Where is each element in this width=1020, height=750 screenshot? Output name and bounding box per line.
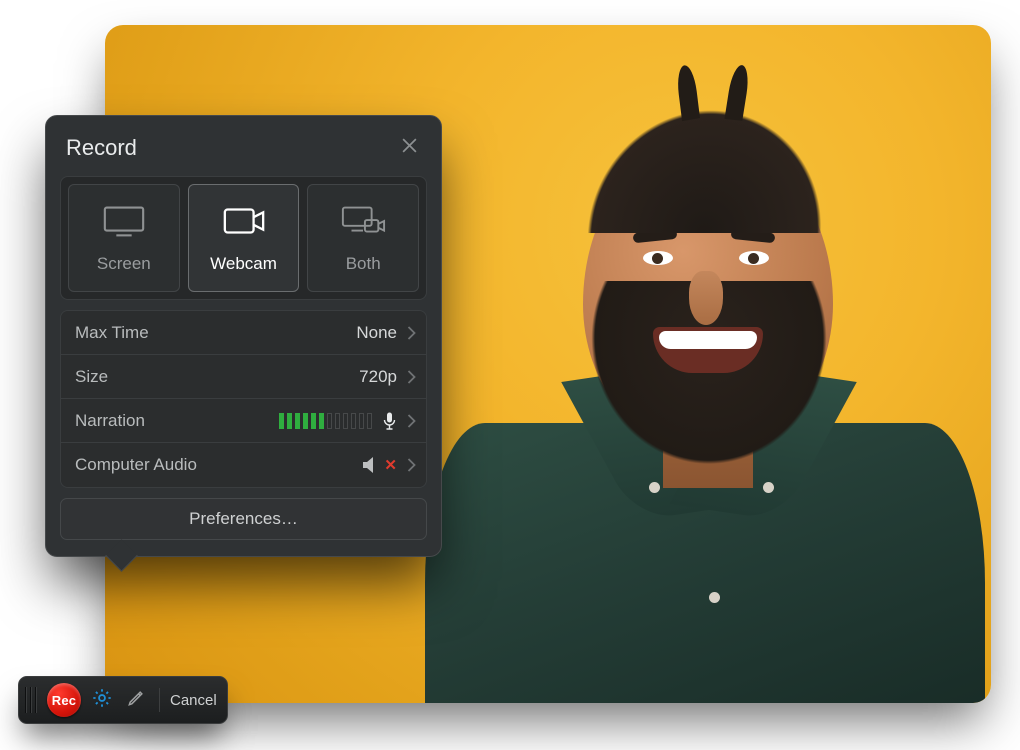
speaker-muted-icon: ✕ xyxy=(361,456,397,474)
screen-icon xyxy=(101,203,147,244)
mode-both[interactable]: Both xyxy=(307,184,419,292)
chevron-right-icon xyxy=(407,370,416,384)
annotate-button[interactable] xyxy=(123,687,149,713)
row-max-time[interactable]: Max Time None xyxy=(61,311,426,355)
size-value: 720p xyxy=(359,367,397,387)
chevron-right-icon xyxy=(407,414,416,428)
close-icon xyxy=(401,137,418,159)
size-label: Size xyxy=(75,367,108,387)
row-size[interactable]: Size 720p xyxy=(61,355,426,399)
mode-webcam[interactable]: Webcam xyxy=(188,184,300,292)
panel-title: Record xyxy=(66,135,137,161)
record-label: Rec xyxy=(52,693,76,708)
cancel-label: Cancel xyxy=(170,692,217,709)
settings-list: Max Time None Size 720p Narration xyxy=(60,310,427,488)
mode-webcam-label: Webcam xyxy=(210,254,277,274)
row-narration[interactable]: Narration xyxy=(61,399,426,443)
preferences-button[interactable]: Preferences… xyxy=(60,498,427,540)
narration-meter xyxy=(279,413,372,429)
chevron-right-icon xyxy=(407,326,416,340)
narration-label: Narration xyxy=(75,411,145,431)
drag-handle-icon[interactable] xyxy=(25,687,37,713)
toolbar-separator xyxy=(159,688,160,712)
both-icon xyxy=(340,203,386,244)
row-computer-audio[interactable]: Computer Audio ✕ xyxy=(61,443,426,487)
mode-selector: Screen Webcam Both xyxy=(60,176,427,300)
max-time-value: None xyxy=(356,323,397,343)
microphone-icon xyxy=(382,412,397,430)
person-illustration xyxy=(425,53,985,703)
record-panel: Record Screen xyxy=(45,115,442,557)
audio-label: Computer Audio xyxy=(75,455,197,475)
mode-both-label: Both xyxy=(346,254,381,274)
pencil-icon xyxy=(126,688,146,713)
close-button[interactable] xyxy=(395,134,423,162)
preferences-label: Preferences… xyxy=(189,509,298,529)
settings-button[interactable] xyxy=(89,687,115,713)
max-time-label: Max Time xyxy=(75,323,149,343)
chevron-right-icon xyxy=(407,458,416,472)
cancel-button[interactable]: Cancel xyxy=(170,692,217,709)
record-button[interactable]: Rec xyxy=(47,683,81,717)
webcam-icon xyxy=(221,203,267,244)
mode-screen[interactable]: Screen xyxy=(68,184,180,292)
mode-screen-label: Screen xyxy=(97,254,151,274)
gear-icon xyxy=(91,687,113,714)
record-toolbar: Rec Cancel xyxy=(18,676,228,724)
